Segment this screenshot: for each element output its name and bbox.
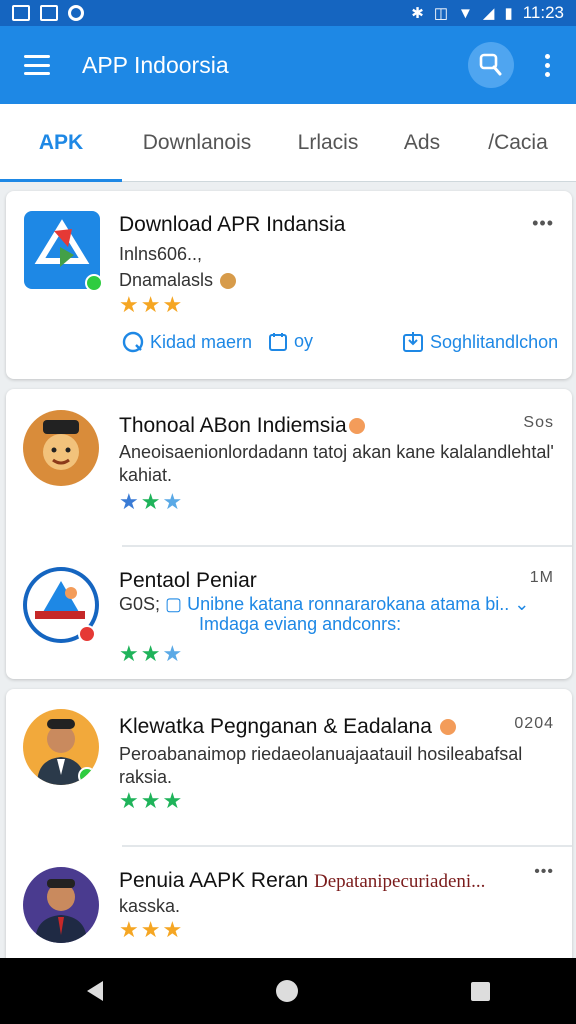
recent-apps-icon[interactable] <box>470 981 490 1001</box>
app-bar: APP Indoorsia <box>0 26 576 104</box>
avatar <box>23 867 99 943</box>
overflow-menu-icon[interactable] <box>542 53 552 77</box>
app-version: Inlns606.., <box>119 244 203 264</box>
status-dot-icon <box>348 418 365 435</box>
list-item[interactable]: Thonoal ABon Indiemsia Sos Aneoisaenionl… <box>6 389 572 544</box>
app-description: Peroabanaimop riedaeolanuajaatauil hosil… <box>119 744 523 764</box>
rating-stars: ★★★ <box>119 917 185 942</box>
tab-updates[interactable]: Lrlacis <box>272 104 384 181</box>
menu-icon[interactable] <box>24 55 50 75</box>
signal-icon: ◢ <box>482 4 495 22</box>
app-description: Aneoisaenionlordadann tatoj akan kane ka… <box>119 442 554 462</box>
app-name: Thonoal ABon Indiemsia <box>119 414 365 438</box>
vibrate-icon: ◫ <box>433 4 449 22</box>
avatar <box>23 567 99 643</box>
app-name: Klewatka Pegnganan & Eadalana <box>119 715 456 739</box>
app-developer: Dnamalasls <box>119 269 237 291</box>
calendar-action-label: oy <box>294 331 314 351</box>
tab-social[interactable]: /Cacia <box>460 104 576 181</box>
system-nav-bar <box>0 958 576 1024</box>
bluetooth-icon: ✱ <box>411 4 424 22</box>
app-description-more: raksia. <box>119 767 173 787</box>
download-box-icon <box>403 332 423 352</box>
search-icon <box>479 53 502 76</box>
status-dot-icon <box>439 719 456 736</box>
tab-ads[interactable]: Ads <box>384 104 460 181</box>
gallery-icon <box>12 5 30 21</box>
app-description-more: kahiat. <box>119 465 173 485</box>
search-button[interactable] <box>468 42 514 88</box>
sync-icon <box>68 5 84 21</box>
verified-badge-icon <box>85 274 103 292</box>
app-size: Sos <box>523 414 554 431</box>
more-options-icon[interactable]: ••• <box>534 863 554 881</box>
app-name: Pentaol Peniar <box>119 569 257 592</box>
install-action[interactable]: Soghlitandlchon <box>402 331 558 353</box>
app-description-more: Imdaga eviang andconrs: <box>199 614 402 634</box>
app-name: Penuia AAPK Reran Depatanipecuriadeni... <box>119 869 486 892</box>
rating-stars: ★★★ <box>119 489 185 514</box>
app-title: APP Indoorsia <box>82 51 229 78</box>
app-name: Download APR Indansia <box>119 213 346 236</box>
avatar <box>23 709 99 785</box>
photo-icon <box>40 5 58 21</box>
featured-app-card[interactable]: Download APR Indansia Inlns606.., Dnamal… <box>6 191 572 379</box>
list-item[interactable]: Pentaol Peniar 1M G0S; ▢ Unibne katana r… <box>6 547 572 679</box>
verified-badge-icon <box>78 767 96 785</box>
rating-stars: ★★★ <box>119 788 185 813</box>
app-list-card: Klewatka Pegnganan & Eadalana 0204 Peroa… <box>6 689 572 979</box>
app-size: 1M <box>529 569 554 586</box>
badge-icon <box>78 625 96 643</box>
calendar-icon: ▢ <box>165 594 183 614</box>
app-list-card: Thonoal ABon Indiemsia Sos Aneoisaenionl… <box>6 389 572 679</box>
wifi-icon: ▼ <box>458 4 473 22</box>
app-icon <box>24 211 103 292</box>
details-action-label: Kidad maern <box>150 331 253 352</box>
status-time: 11:23 <box>522 3 564 22</box>
app-size: 0204 <box>514 715 554 732</box>
app-description: kasska. <box>119 896 181 916</box>
tab-downloads[interactable]: Downlanois <box>122 104 272 181</box>
home-icon[interactable] <box>275 980 298 1002</box>
app-description: G0S; ▢ Unibne katana ronnararokana atama… <box>119 594 530 614</box>
status-bar: ✱ ◫ ▼ ◢ ▮ 11:23 <box>0 0 576 26</box>
install-action-label: Soghlitandlchon <box>430 331 559 352</box>
back-icon[interactable] <box>86 981 103 1001</box>
rating-stars: ★★★ <box>119 292 185 317</box>
avatar <box>23 410 99 486</box>
calendar-icon <box>269 332 287 351</box>
battery-icon: ▮ <box>504 4 513 22</box>
rating-stars: ★★★ <box>119 641 185 666</box>
tab-apk[interactable]: APK <box>0 104 122 182</box>
list-item[interactable]: Klewatka Pegnganan & Eadalana 0204 Peroa… <box>6 689 572 844</box>
info-icon <box>122 331 144 353</box>
calendar-action[interactable]: oy <box>268 331 313 352</box>
more-options-icon[interactable]: ••• <box>532 213 554 234</box>
details-action[interactable]: Kidad maern <box>122 331 252 353</box>
emoji-icon <box>220 273 237 290</box>
tab-bar: APK Downlanois Lrlacis Ads /Cacia <box>0 104 576 182</box>
